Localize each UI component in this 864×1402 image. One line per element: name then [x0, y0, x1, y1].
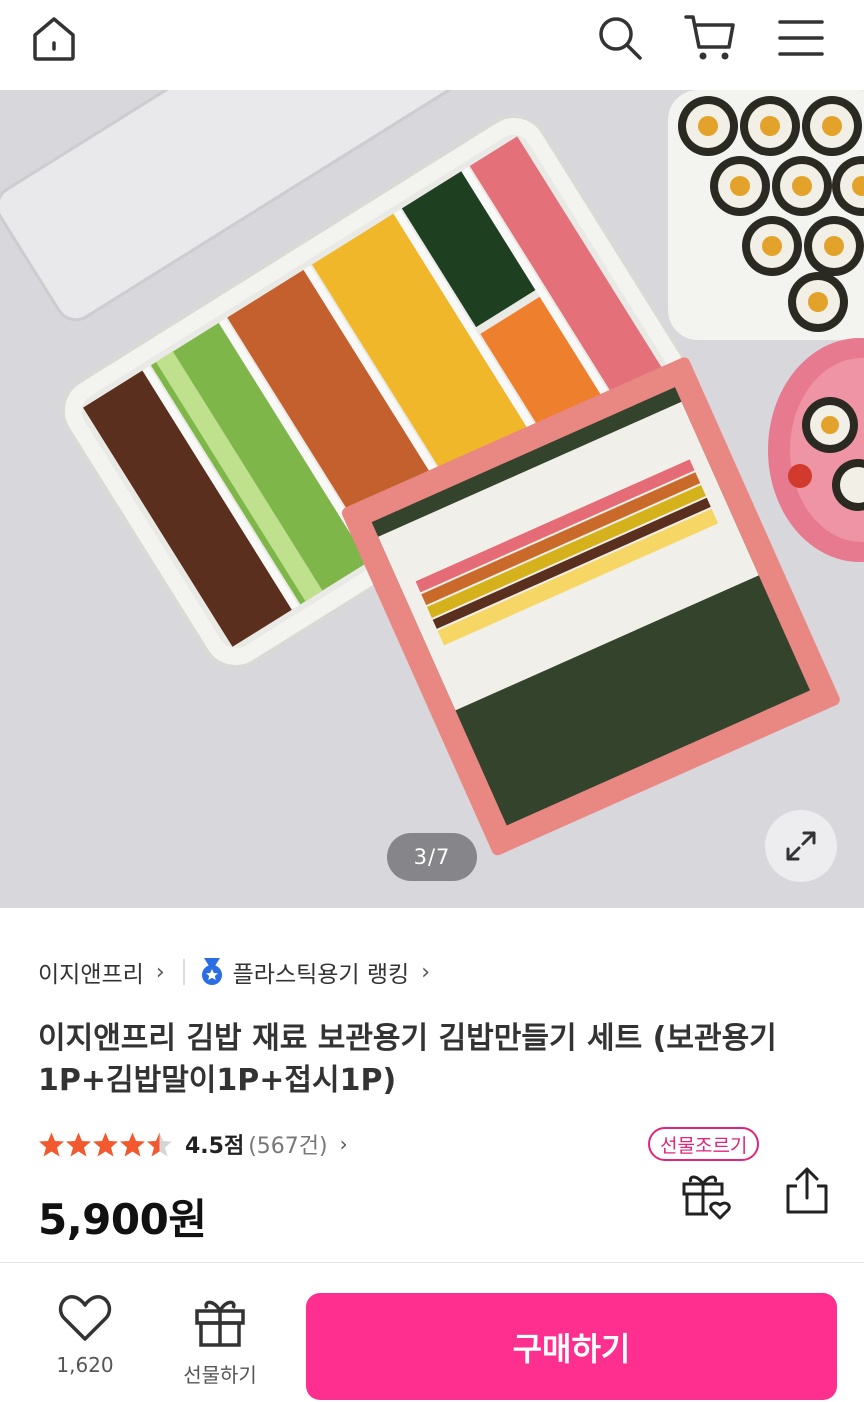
buy-button[interactable]: 구매하기	[306, 1293, 837, 1400]
product-price: 5,900원	[38, 1195, 207, 1244]
product-image-gallery[interactable]: 3/7	[0, 90, 864, 908]
star-icon	[120, 1132, 145, 1156]
ranking-link[interactable]: 플라스틱용기 랭킹 ›	[199, 955, 430, 989]
like-count: 1,620	[56, 1353, 114, 1377]
gift-icon	[195, 1300, 245, 1347]
gift-request-button[interactable]	[678, 1166, 734, 1222]
star-icon	[147, 1132, 172, 1156]
gift-request-badge[interactable]: 선물조르기	[648, 1127, 760, 1161]
like-button[interactable]: 1,620	[30, 1293, 140, 1377]
review-count: (567건)	[248, 1134, 328, 1159]
top-header	[0, 0, 864, 90]
breadcrumb-divider	[182, 959, 185, 985]
gift-button[interactable]: 선물하기	[165, 1293, 275, 1388]
heart-icon	[58, 1295, 112, 1341]
star-icon	[93, 1132, 118, 1156]
share-icon	[786, 1167, 828, 1214]
cart-icon[interactable]	[682, 10, 738, 66]
chevron-right-icon: ›	[155, 959, 165, 985]
bottom-action-bar: 1,620 선물하기 구매하기	[0, 1262, 864, 1402]
medal-icon	[199, 958, 225, 986]
image-counter: 3/7	[387, 833, 477, 881]
rating-row[interactable]: 4.5점 (567건) ›	[38, 1126, 348, 1162]
share-button[interactable]	[780, 1164, 834, 1218]
chevron-right-icon: ›	[421, 959, 431, 985]
brand-link[interactable]: 이지앤프리 ›	[38, 955, 165, 989]
brand-name: 이지앤프리	[38, 962, 144, 988]
product-photo	[0, 90, 864, 856]
menu-icon[interactable]	[773, 10, 829, 66]
ranking-label: 플라스틱용기 랭킹	[232, 962, 410, 988]
rating-stars	[38, 1131, 173, 1158]
chevron-right-icon: ›	[339, 1132, 348, 1156]
rating-score: 4.5점	[185, 1134, 245, 1159]
product-title: 이지앤프리 김밥 재료 보관용기 김밥만들기 세트 (보관용기 1P+김밥말이1…	[38, 1021, 777, 1098]
star-icon	[66, 1132, 91, 1156]
search-icon[interactable]	[592, 10, 648, 66]
gift-heart-icon	[682, 1175, 731, 1220]
star-icon	[39, 1132, 64, 1156]
expand-button[interactable]	[765, 810, 837, 882]
expand-icon	[786, 831, 816, 861]
home-icon[interactable]	[26, 10, 82, 66]
gift-label: 선물하기	[183, 1363, 257, 1387]
breadcrumb: 이지앤프리 › 플라스틱용기 랭킹 ›	[38, 950, 430, 994]
